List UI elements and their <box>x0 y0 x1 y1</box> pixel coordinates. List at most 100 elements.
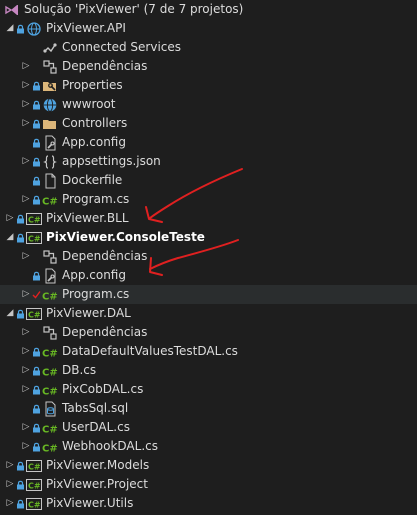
tree-item[interactable]: ▷ Dependências <box>0 57 417 76</box>
tree-item[interactable]: ▷ C# PixViewer.Models <box>0 456 417 475</box>
chevron-right-icon[interactable]: ▷ <box>20 152 32 171</box>
tree-item-label: UserDAL.cs <box>62 420 130 434</box>
tree-item[interactable]: ▷ C# PixCobDAL.cs <box>0 380 417 399</box>
lock-icon <box>32 157 42 167</box>
tree-item[interactable]: Solução 'PixViewer' (7 de 7 projetos) <box>0 0 417 19</box>
solution-icon <box>4 2 20 18</box>
tree-item[interactable]: Dockerfile <box>0 171 417 190</box>
lock-icon <box>32 119 42 129</box>
tree-item[interactable]: ▷ C# Program.cs <box>0 190 417 209</box>
tree-item[interactable]: App.config <box>0 266 417 285</box>
tree-item-label: PixViewer.Models <box>46 458 150 472</box>
svg-text:C#: C# <box>42 348 58 359</box>
svg-text:C#: C# <box>42 291 58 302</box>
tree-item[interactable]: ▷ C# WebhookDAL.cs <box>0 437 417 456</box>
tree-item-label: PixCobDAL.cs <box>62 382 144 396</box>
chevron-right-icon[interactable]: ▷ <box>20 418 32 437</box>
tree-item-label: WebhookDAL.cs <box>62 439 158 453</box>
tree-item[interactable]: TabsSql.sql <box>0 399 417 418</box>
chevron-right-icon[interactable]: ▷ <box>20 95 32 114</box>
tree-item[interactable]: ▷ C# DataDefaultValuesTestDAL.cs <box>0 342 417 361</box>
chevron-right-icon[interactable]: ▷ <box>20 285 32 304</box>
tree-item-label: Dependências <box>62 59 148 73</box>
chevron-right-icon[interactable]: ▷ <box>20 380 32 399</box>
lock-icon <box>32 195 42 205</box>
tree-item-label: wwwroot <box>62 97 116 111</box>
tree-item[interactable]: App.config <box>0 133 417 152</box>
chevron-right-icon[interactable]: ▷ <box>20 361 32 380</box>
tree-item-label: Properties <box>62 78 123 92</box>
csharp-icon: C# <box>42 420 58 436</box>
tree-item[interactable]: ▷ Dependências <box>0 323 417 342</box>
chevron-right-icon[interactable]: ▷ <box>20 190 32 209</box>
tree-item[interactable]: ▷ C# PixViewer.BLL <box>0 209 417 228</box>
chevron-right-icon[interactable]: ▷ <box>20 114 32 133</box>
globe-icon <box>42 97 58 113</box>
tree-item[interactable]: ◢ C# PixViewer.ConsoleTeste <box>0 228 417 247</box>
csharp-project-icon: C# <box>26 496 42 512</box>
lock-icon <box>32 442 42 452</box>
tree-item[interactable]: ▷ Properties <box>0 76 417 95</box>
chevron-right-icon[interactable]: ▷ <box>20 437 32 456</box>
lock-icon <box>32 404 42 414</box>
solution-explorer-tree: Solução 'PixViewer' (7 de 7 projetos) ◢ Pi… <box>0 0 417 513</box>
svg-text:C#: C# <box>28 500 41 509</box>
tree-item-label: App.config <box>62 268 126 282</box>
chevron-down-icon[interactable]: ◢ <box>4 304 16 323</box>
csharp-icon: C# <box>42 382 58 398</box>
chevron-right-icon[interactable]: ▷ <box>4 494 16 513</box>
tree-item[interactable]: ▷ wwwroot <box>0 95 417 114</box>
csharp-project-icon: C# <box>26 211 42 227</box>
tree-item[interactable]: ▷ C# PixViewer.Utils <box>0 494 417 513</box>
chevron-right-icon[interactable]: ▷ <box>4 456 16 475</box>
chevron-right-icon[interactable]: ▷ <box>20 323 32 342</box>
tree-item-label: Solução 'PixViewer' (7 de 7 projetos) <box>24 2 244 16</box>
dependencies-icon <box>42 325 58 341</box>
tree-item[interactable]: ▷ C# PixViewer.Project <box>0 475 417 494</box>
svg-text:C#: C# <box>28 310 41 319</box>
chevron-down-icon[interactable]: ◢ <box>4 19 16 38</box>
pending-edit-check-icon <box>32 290 42 299</box>
tree-item[interactable]: ▷ appsettings.json <box>0 152 417 171</box>
tree-item-label: TabsSql.sql <box>62 401 129 415</box>
csharp-icon: C# <box>42 192 58 208</box>
chevron-down-icon[interactable]: ◢ <box>4 228 16 247</box>
lock-icon <box>32 138 42 148</box>
chevron-right-icon[interactable]: ▷ <box>20 247 32 266</box>
tree-item[interactable]: ▷ C# UserDAL.cs <box>0 418 417 437</box>
csharp-icon: C# <box>42 439 58 455</box>
tree-item[interactable]: ▷ Dependências <box>0 247 417 266</box>
svg-text:C#: C# <box>42 196 58 207</box>
lock-icon <box>32 423 42 433</box>
svg-text:C#: C# <box>42 424 58 435</box>
lock-icon <box>16 480 26 490</box>
csharp-icon: C# <box>42 344 58 360</box>
csharp-project-icon: C# <box>26 458 42 474</box>
tree-item-label: App.config <box>62 135 126 149</box>
csharp-project-icon: C# <box>26 230 42 246</box>
svg-text:C#: C# <box>42 443 58 454</box>
config-icon <box>42 268 58 284</box>
lock-icon <box>16 233 26 243</box>
tree-item-label: PixViewer.API <box>46 21 126 35</box>
tree-item-label: Controllers <box>62 116 128 130</box>
tree-item[interactable]: ▷ Controllers <box>0 114 417 133</box>
chevron-right-icon[interactable]: ▷ <box>20 57 32 76</box>
tree-item-label: Dependências <box>62 325 148 339</box>
tree-item[interactable]: ◢ PixViewer.API <box>0 19 417 38</box>
tree-item[interactable]: ▷ C# Program.cs <box>0 285 417 304</box>
tree-item[interactable]: ▷ C# DB.cs <box>0 361 417 380</box>
tree-item-label: DB.cs <box>62 363 97 377</box>
tree-item[interactable]: Connected Services <box>0 38 417 57</box>
chevron-right-icon[interactable]: ▷ <box>20 342 32 361</box>
lock-icon <box>32 100 42 110</box>
tree-item[interactable]: ◢ C# PixViewer.DAL <box>0 304 417 323</box>
lock-icon <box>16 309 26 319</box>
lock-icon <box>32 271 42 281</box>
tree-item-label: Dockerfile <box>62 173 123 187</box>
csharp-project-icon: C# <box>26 477 42 493</box>
chevron-right-icon[interactable]: ▷ <box>20 76 32 95</box>
chevron-right-icon[interactable]: ▷ <box>4 475 16 494</box>
chevron-right-icon[interactable]: ▷ <box>4 209 16 228</box>
lock-icon <box>16 499 26 509</box>
